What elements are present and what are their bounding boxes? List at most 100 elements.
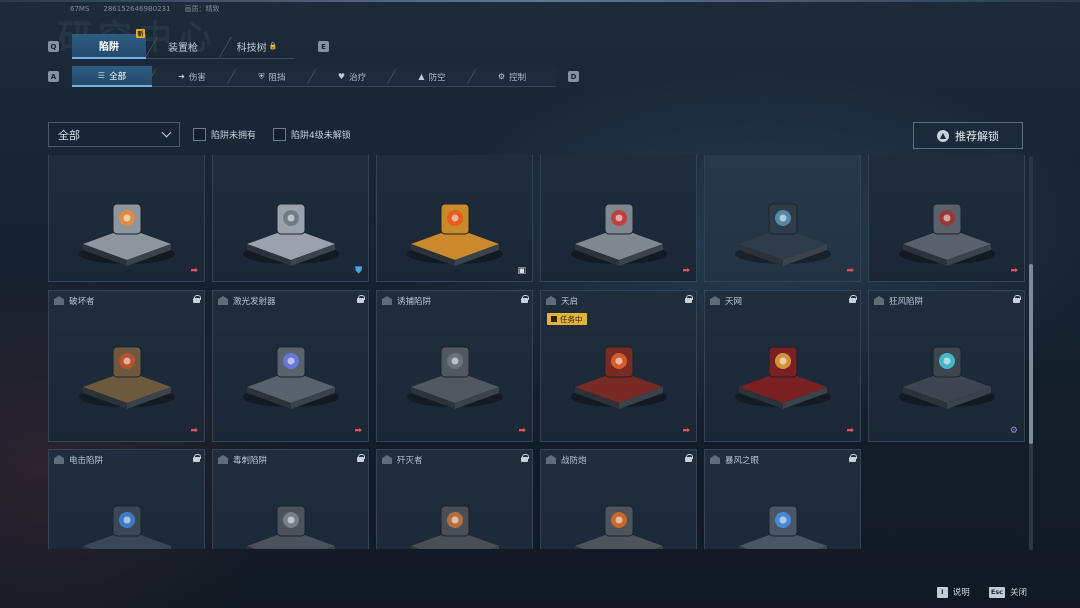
tab-next-key[interactable]: E (318, 41, 329, 52)
damage-role-icon: ➡ (846, 266, 854, 276)
trap-name: 毒刺陷阱 (233, 456, 268, 466)
trap-card[interactable]: ➡ (868, 155, 1025, 282)
mission-label: 任务中 (560, 314, 583, 324)
lock-icon (849, 454, 857, 462)
chevron-down-icon (161, 127, 172, 138)
trap-illustration (407, 346, 503, 409)
subtab-anti-air-label: 防空 (428, 72, 446, 83)
trap-name: 战防炮 (561, 456, 587, 466)
quality-readout: 画质：精致 (184, 5, 220, 13)
lock-icon (357, 454, 365, 462)
lock-icon (1013, 295, 1021, 303)
debug-info: 67MS 2861526469B0231 画质：精致 (70, 4, 234, 14)
trap-card[interactable]: 天网 ➡ (704, 290, 861, 442)
checkbox-box[interactable] (193, 128, 206, 141)
trap-name: 电击陷阱 (69, 456, 104, 466)
trap-card[interactable]: 诱捕陷阱 ➡ (376, 290, 533, 442)
lock-icon (849, 295, 857, 303)
uid-readout: 2861526469B0231 (103, 5, 171, 13)
list-icon: ☰ (97, 71, 106, 80)
trap-grid: ➡ ⛊ ▣ ➡ ➡ ➡ 破坏者 ➡ 激光发射器 ➡ 诱捕陷阱 ➡ 天启 任务中 ➡ 天网 ➡ 狂风陷阱 ⚙ 电击陷阱 毒… (48, 155, 1026, 549)
trap-card[interactable]: 激光发射器 ➡ (212, 290, 369, 442)
tab-tech-tree[interactable]: 科技树 🔒 (220, 34, 294, 59)
tab-prev-key[interactable]: Q (48, 41, 59, 52)
trap-card[interactable]: 天启 任务中 ➡ (540, 290, 697, 442)
lock-icon (193, 295, 201, 303)
trap-card[interactable]: 暴风之眼 (704, 449, 861, 549)
tab-traps[interactable]: 陷阱 新 (72, 29, 158, 59)
subtab-heal[interactable]: ♥ 治疗 (312, 66, 392, 87)
trap-card[interactable]: ➡ (704, 155, 861, 282)
close-button[interactable]: Esc 关闭 (988, 586, 1027, 598)
lock-icon (521, 295, 529, 303)
not-owned-label: 陷阱未拥有 (211, 131, 257, 141)
trap-card[interactable]: 歼灭者 (376, 449, 533, 549)
trap-illustration (571, 203, 667, 266)
lock-icon (357, 295, 365, 303)
heal-icon: ♥ (337, 72, 346, 81)
subtab-control[interactable]: ⚙ 控制 (472, 66, 552, 87)
level4-locked-checkbox[interactable]: 陷阱4级未解锁 (273, 128, 351, 141)
subtab-anti-air[interactable]: ▲ 防空 (392, 66, 472, 87)
trap-illustration (899, 346, 995, 409)
lock-icon: 🔒 (268, 42, 278, 50)
checkbox-box[interactable] (273, 128, 286, 141)
subtab-damage[interactable]: ➜ 伤害 (152, 66, 232, 87)
not-owned-checkbox[interactable]: 陷阱未拥有 (193, 128, 256, 141)
damage-role-icon: ➡ (354, 426, 362, 436)
trap-illustration (735, 203, 831, 266)
trap-name: 诱捕陷阱 (397, 297, 432, 307)
trap-card[interactable]: ⛊ (212, 155, 369, 282)
subtab-all-label: 全部 (109, 71, 127, 82)
lock-icon (193, 454, 201, 462)
trap-name: 狂风陷阱 (889, 297, 924, 307)
subtab-block-label: 阻挡 (268, 72, 286, 83)
footer-hints: I 说明 Esc 关闭 (918, 586, 1027, 598)
subtab-next-key[interactable]: D (568, 71, 579, 82)
trap-card[interactable]: 电击陷阱 (48, 449, 205, 549)
mission-icon (551, 316, 557, 322)
subtab-prev-key[interactable]: A (48, 71, 59, 82)
trap-card[interactable]: ➡ (48, 155, 205, 282)
trap-name: 天启 (561, 297, 579, 307)
trap-card[interactable]: 狂风陷阱 ⚙ (868, 290, 1025, 442)
trap-card[interactable]: 战防炮 (540, 449, 697, 549)
trap-illustration (79, 346, 175, 409)
damage-role-icon: ➡ (682, 266, 690, 276)
thumbs-up-icon: ▲ (937, 129, 949, 142)
help-key: I (936, 586, 948, 598)
fps-readout: 67MS (70, 5, 90, 13)
lock-icon (521, 454, 529, 462)
dropdown-value: 全部 (58, 128, 80, 142)
trap-illustration (79, 203, 175, 266)
trap-card[interactable]: ▣ (376, 155, 533, 282)
category-dropdown[interactable]: 全部 (48, 122, 180, 147)
gear-icon: ⚙ (497, 72, 506, 81)
damage-icon: ➜ (178, 72, 185, 81)
lock-icon (685, 454, 693, 462)
scrollbar-thumb[interactable] (1029, 264, 1033, 444)
trap-card[interactable]: ➡ (540, 155, 697, 282)
damage-role-icon: ➡ (1010, 266, 1018, 276)
anti-air-icon: ▲ (418, 72, 425, 81)
help-button[interactable]: I 说明 (936, 586, 970, 598)
grid-scrollbar[interactable] (1029, 156, 1033, 550)
subtab-block[interactable]: ⛨ 阻挡 (232, 66, 312, 87)
recommend-unlock-button[interactable]: ▲ 推荐解锁 (913, 122, 1023, 149)
trap-name: 激光发射器 (233, 297, 276, 307)
subtab-all[interactable]: ☰ 全部 (72, 66, 152, 87)
trap-name: 破坏者 (69, 297, 95, 307)
trap-illustration (407, 203, 503, 266)
damage-role-icon: ➡ (190, 266, 198, 276)
mission-badge: 任务中 (547, 313, 587, 325)
level4-locked-label: 陷阱4级未解锁 (291, 131, 351, 141)
trap-card[interactable]: 毒刺陷阱 (212, 449, 369, 549)
subtab-damage-label: 伤害 (188, 72, 206, 83)
trap-name: 歼灭者 (397, 456, 423, 466)
close-label: 关闭 (1009, 588, 1027, 598)
trap-card[interactable]: 破坏者 ➡ (48, 290, 205, 442)
lock-icon (685, 295, 693, 303)
damage-role-icon: ➡ (846, 426, 854, 436)
tab-device-guns[interactable]: 装置枪 (146, 34, 232, 59)
top-accent-line (0, 0, 1080, 2)
